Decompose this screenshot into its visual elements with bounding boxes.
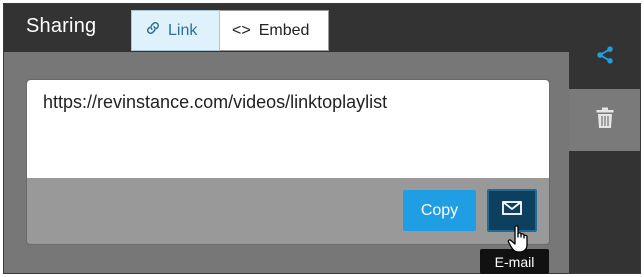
- sharing-dialog: Sharing Link <> Embed https://revinstanc…: [3, 3, 641, 274]
- sharing-header: Sharing Link <> Embed: [4, 4, 569, 52]
- link-icon: [146, 21, 160, 40]
- share-icon: [595, 45, 615, 70]
- link-panel: https://revinstance.com/videos/linktopla…: [26, 79, 550, 245]
- sidebar-item-share[interactable]: [569, 26, 640, 88]
- tab-embed-label: Embed: [258, 21, 310, 39]
- sharing-main: Sharing Link <> Embed https://revinstanc…: [4, 4, 569, 274]
- mail-icon: [502, 201, 522, 220]
- code-icon: <>: [232, 21, 251, 39]
- hand-pointer-icon: [507, 224, 531, 254]
- sidebar-item-delete[interactable]: [569, 89, 640, 151]
- tab-link-label: Link: [168, 21, 198, 39]
- share-url-field[interactable]: https://revinstance.com/videos/linktopla…: [27, 80, 549, 178]
- copy-button[interactable]: Copy: [403, 190, 476, 231]
- trash-icon: [596, 107, 614, 134]
- share-tabs: Link <> Embed: [131, 10, 329, 51]
- share-url-text: https://revinstance.com/videos/linktopla…: [43, 92, 388, 112]
- tab-embed[interactable]: <> Embed: [220, 10, 329, 51]
- sharing-body: https://revinstance.com/videos/linktopla…: [4, 52, 569, 273]
- sharing-sidebar: [569, 4, 640, 273]
- tab-link[interactable]: Link: [131, 10, 220, 51]
- sharing-title: Sharing: [26, 15, 97, 37]
